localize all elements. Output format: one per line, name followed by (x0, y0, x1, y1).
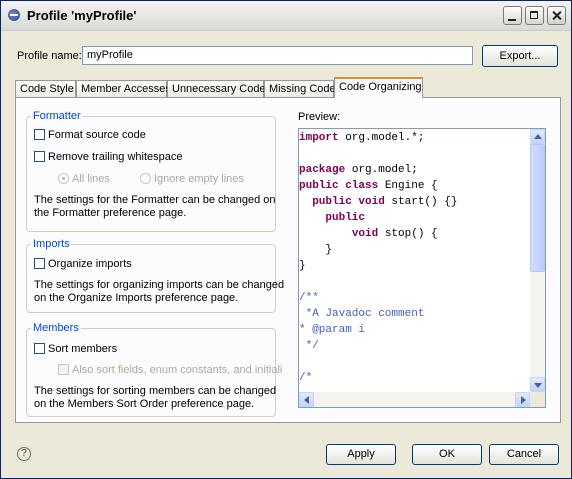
remove-whitespace-label[interactable]: Remove trailing whitespace (48, 151, 183, 163)
vertical-scrollbar[interactable] (530, 129, 545, 392)
scroll-left-button[interactable] (299, 392, 314, 407)
code-line: */ (299, 340, 319, 352)
code-line: } (299, 260, 306, 272)
members-info-line2: on the Members Sort Order preference pag… (34, 398, 255, 410)
help-icon[interactable]: ? (17, 447, 31, 461)
code-preview: import org.model.*; package org.model; p… (299, 129, 530, 392)
formatter-group-title: Formatter (31, 110, 83, 122)
profile-name-label: Profile name: (17, 50, 82, 62)
ok-button[interactable]: OK (412, 444, 482, 465)
apply-button[interactable]: Apply (326, 444, 396, 465)
profile-name-input[interactable]: myProfile (82, 46, 473, 65)
also-sort-checkbox[interactable] (58, 364, 69, 375)
scroll-down-button[interactable] (530, 377, 545, 392)
chevron-down-icon (534, 383, 542, 388)
all-lines-label[interactable]: All lines (72, 173, 110, 185)
code-line: /* (299, 372, 313, 384)
preview-pane[interactable]: import org.model.*; package org.model; p… (298, 128, 546, 408)
code-line: void stop() { (351, 228, 438, 240)
scroll-right-button[interactable] (515, 392, 530, 407)
also-sort-label[interactable]: Also sort fields, enum constants, and in… (72, 364, 282, 376)
close-button[interactable] (547, 6, 566, 25)
profile-name-label-text: Profile name: (17, 50, 82, 62)
title-bar[interactable]: Profile 'myProfile' (1, 1, 571, 31)
cancel-button[interactable]: Cancel (489, 444, 559, 465)
chevron-right-icon (521, 396, 526, 404)
format-source-checkbox[interactable] (34, 129, 45, 140)
remove-whitespace-checkbox[interactable] (34, 151, 45, 162)
code-line: package org.model; (299, 164, 418, 176)
organize-imports-checkbox[interactable] (34, 258, 45, 269)
tab-code-style[interactable]: Code Style (15, 80, 76, 97)
formatter-info-line2: the Formatter preference page. (34, 207, 187, 219)
ignore-empty-label[interactable]: Ignore empty lines (154, 173, 244, 185)
code-line: /** (299, 292, 319, 304)
members-info-line1: The settings for sorting members can be … (34, 385, 277, 397)
window-title: Profile 'myProfile' (27, 8, 137, 23)
preview-label: Preview: (298, 111, 341, 123)
code-line: import org.model.*; (299, 132, 425, 144)
tab-member-accesses[interactable]: Member Accesses (76, 80, 171, 97)
code-line: public void start() {} (312, 196, 458, 208)
sort-members-label[interactable]: Sort members (48, 343, 117, 355)
ignore-empty-radio[interactable] (140, 173, 151, 184)
scroll-corner (530, 392, 545, 407)
code-line: public (325, 212, 366, 224)
chevron-up-icon (534, 134, 542, 139)
tab-unnecessary-code[interactable]: Unnecessary Code (167, 80, 266, 97)
all-lines-radio[interactable] (58, 173, 69, 184)
organize-imports-label[interactable]: Organize imports (48, 258, 132, 270)
code-line: } (299, 244, 333, 256)
minimize-button[interactable] (503, 6, 522, 25)
formatter-info-line1: The settings for the Formatter can be ch… (34, 194, 276, 206)
code-line: * @param i (299, 324, 366, 336)
imports-info-line1: The settings for organizing imports can … (34, 279, 285, 291)
sort-members-checkbox[interactable] (34, 343, 45, 354)
code-line: public class Engine { (299, 180, 438, 192)
vertical-scroll-thumb[interactable] (530, 144, 545, 272)
tab-code-organizing[interactable]: Code Organizing (334, 77, 423, 98)
chevron-left-icon (304, 396, 309, 404)
scroll-up-button[interactable] (530, 129, 545, 144)
imports-info-line2: on the Organize Imports preference page. (34, 292, 239, 304)
maximize-button[interactable] (525, 6, 544, 25)
export-button[interactable]: Export... (482, 45, 558, 67)
format-source-label[interactable]: Format source code (48, 129, 146, 141)
members-group-title: Members (31, 322, 81, 334)
imports-group-title: Imports (31, 238, 72, 250)
horizontal-scrollbar[interactable] (299, 392, 530, 407)
profile-dialog: Profile 'myProfile' Profile name: myProf… (0, 0, 572, 479)
eclipse-icon (8, 9, 20, 21)
tab-missing-code[interactable]: Missing Code (264, 80, 336, 97)
code-line: *A Javadoc comment (299, 308, 425, 320)
